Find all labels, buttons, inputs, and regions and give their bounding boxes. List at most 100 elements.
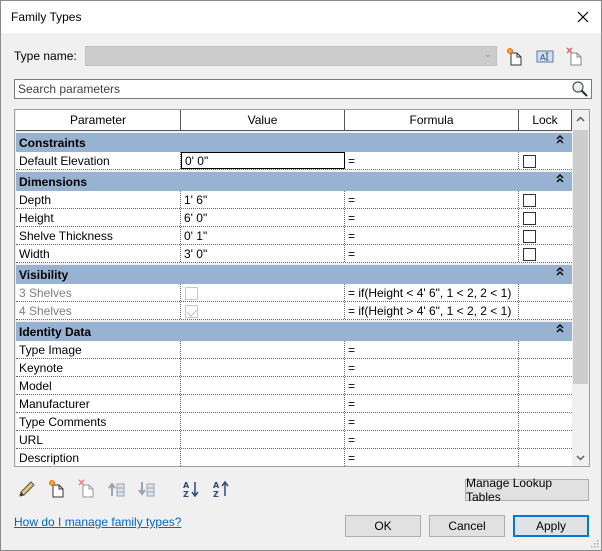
apply-button[interactable]: Apply [513, 515, 589, 537]
formula-cell[interactable]: = [345, 341, 519, 358]
type-name-dropdown[interactable]: ⌄ [85, 46, 497, 66]
edit-parameter-button[interactable] [17, 479, 37, 499]
formula-cell[interactable]: = [345, 191, 519, 208]
help-link[interactable]: How do I manage family types? [14, 515, 181, 529]
value-cell[interactable] [181, 431, 345, 448]
formula-cell[interactable]: = [345, 245, 519, 262]
lock-checkbox[interactable] [523, 155, 536, 168]
lock-cell [519, 302, 572, 319]
formula-cell[interactable]: = [345, 449, 519, 466]
svg-text:A: A [183, 481, 190, 490]
value-cell[interactable] [181, 284, 345, 301]
value-cell[interactable]: 1' 6" [181, 191, 345, 208]
parameter-name[interactable]: Height [16, 209, 181, 226]
group-header-dimensions[interactable]: Dimensions [16, 172, 572, 191]
parameter-name[interactable]: Depth [16, 191, 181, 208]
search-icon[interactable] [571, 80, 589, 98]
move-down-button[interactable] [137, 479, 157, 499]
formula-cell[interactable]: = [345, 413, 519, 430]
lock-checkbox[interactable] [523, 248, 536, 261]
formula-cell[interactable]: = [345, 359, 519, 376]
formula-cell[interactable]: = [345, 431, 519, 448]
chevron-down-icon [576, 454, 585, 461]
value-cell[interactable] [181, 395, 345, 412]
group-label: Dimensions [19, 174, 88, 189]
value-checkbox[interactable] [185, 305, 198, 318]
value-cell[interactable] [181, 359, 345, 376]
parameter-name[interactable]: Manufacturer [16, 395, 181, 412]
delete-parameter-button[interactable] [77, 479, 97, 499]
value-cell[interactable] [181, 413, 345, 430]
search-input[interactable] [15, 80, 555, 98]
close-icon [577, 11, 589, 23]
lock-checkbox[interactable] [523, 212, 536, 225]
value-cell[interactable] [181, 377, 345, 394]
parameters-grid: Parameter Value Formula Lock Constraints… [14, 109, 590, 467]
collapse-group-icon[interactable] [556, 267, 564, 279]
parameter-name[interactable]: Width [16, 245, 181, 262]
value-cell[interactable]: 0' 0" [181, 152, 345, 169]
parameter-name[interactable]: Default Elevation [16, 152, 181, 169]
lock-checkbox[interactable] [523, 194, 536, 207]
value-cell[interactable]: 0' 1" [181, 227, 345, 244]
parameter-name[interactable]: Shelve Thickness [16, 227, 181, 244]
column-header-formula[interactable]: Formula [345, 110, 519, 130]
resize-grip-icon[interactable] [591, 540, 599, 548]
ok-button[interactable]: OK [345, 515, 421, 537]
group-header-constraints[interactable]: Constraints [16, 133, 572, 152]
collapse-group-icon[interactable] [556, 324, 564, 336]
cancel-button[interactable]: Cancel [429, 515, 505, 537]
table-row: Width 3' 0" = [16, 245, 572, 263]
svg-text:Z: Z [213, 490, 219, 499]
move-up-button[interactable] [107, 479, 127, 499]
formula-cell[interactable]: = [345, 227, 519, 244]
group-header-identity-data[interactable]: Identity Data [16, 322, 572, 341]
close-button[interactable] [573, 7, 593, 27]
sort-ascending-button[interactable]: A Z [181, 479, 201, 499]
new-type-button[interactable] [505, 47, 525, 67]
parameter-name[interactable]: 4 Shelves [16, 302, 181, 319]
lock-cell [519, 395, 572, 412]
value-cell[interactable] [181, 449, 345, 466]
collapse-group-icon[interactable] [556, 174, 564, 186]
parameter-name[interactable]: Type Image [16, 341, 181, 358]
value-cell[interactable] [181, 302, 345, 319]
value-cell[interactable]: 6' 0" [181, 209, 345, 226]
svg-text:Z: Z [183, 490, 189, 499]
column-header-parameter[interactable]: Parameter [16, 110, 181, 130]
rename-type-button[interactable]: A [535, 47, 555, 67]
parameter-name[interactable]: Keynote [16, 359, 181, 376]
parameter-name[interactable]: Type Comments [16, 413, 181, 430]
lock-cell [519, 284, 572, 301]
scroll-thumb[interactable] [573, 130, 588, 384]
formula-cell[interactable]: = [345, 209, 519, 226]
scroll-down-button[interactable] [572, 449, 589, 466]
scroll-up-button[interactable] [572, 110, 589, 127]
svg-text:A: A [540, 53, 546, 62]
vertical-scrollbar[interactable] [572, 110, 589, 466]
move-down-icon [138, 482, 155, 497]
search-parameters-field[interactable] [14, 79, 592, 99]
formula-cell[interactable]: = if(Height < 4' 6", 1 < 2, 2 < 1) [345, 284, 519, 301]
value-cell[interactable]: 3' 0" [181, 245, 345, 262]
value-checkbox[interactable] [185, 287, 198, 300]
delete-type-button[interactable] [565, 47, 585, 67]
lock-checkbox[interactable] [523, 230, 536, 243]
parameter-name[interactable]: URL [16, 431, 181, 448]
parameter-name[interactable]: 3 Shelves [16, 284, 181, 301]
parameter-name[interactable]: Model [16, 377, 181, 394]
new-parameter-button[interactable] [47, 479, 67, 499]
table-row: Type Image = [16, 341, 572, 359]
formula-cell[interactable]: = [345, 152, 519, 169]
collapse-group-icon[interactable] [556, 135, 564, 147]
formula-cell[interactable]: = [345, 395, 519, 412]
group-header-visibility[interactable]: Visibility [16, 265, 572, 284]
formula-cell[interactable]: = if(Height > 4' 6", 1 < 2, 2 < 1) [345, 302, 519, 319]
sort-descending-button[interactable]: A Z [211, 479, 231, 499]
column-header-lock[interactable]: Lock [519, 110, 572, 130]
parameter-name[interactable]: Description [16, 449, 181, 466]
value-cell[interactable] [181, 341, 345, 358]
manage-lookup-tables-button[interactable]: Manage Lookup Tables [465, 476, 589, 504]
formula-cell[interactable]: = [345, 377, 519, 394]
column-header-value[interactable]: Value [181, 110, 345, 130]
